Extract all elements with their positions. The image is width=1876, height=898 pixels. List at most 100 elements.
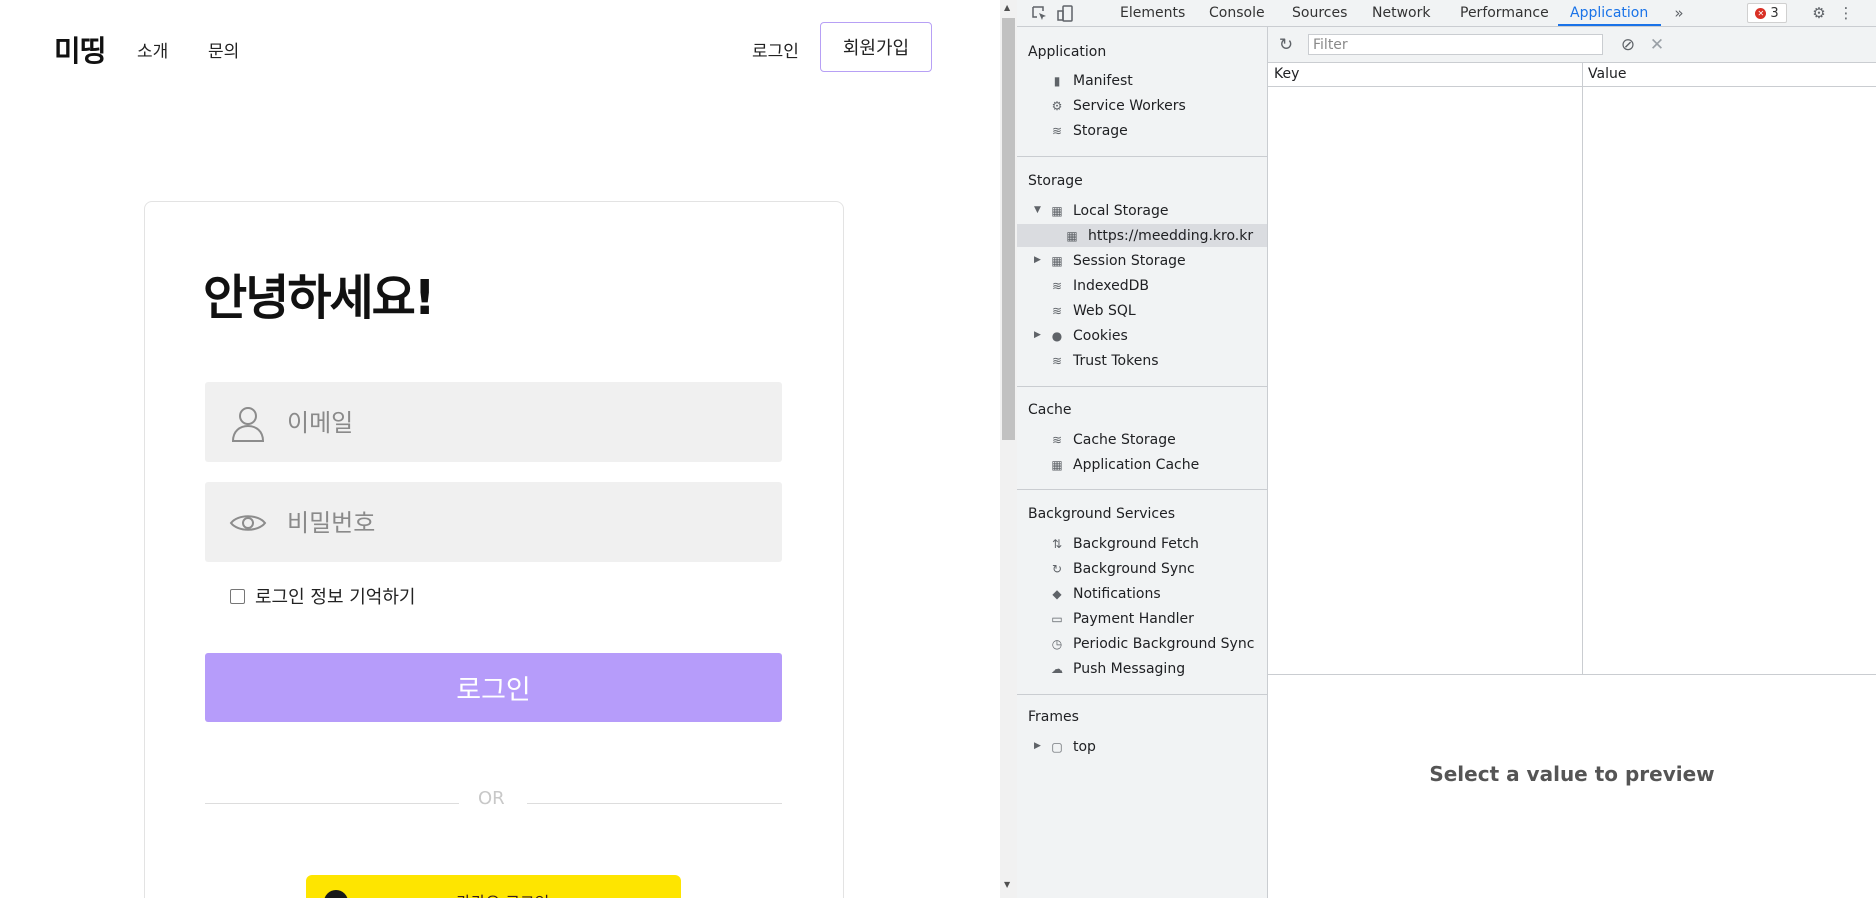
login-button[interactable]: 로그인 [205, 653, 782, 722]
sidebar-item-local-storage[interactable]: ▦ Local Storage [1049, 200, 1169, 221]
sidebar-item-label: Background Fetch [1073, 535, 1199, 552]
error-count-badge[interactable]: ✕ 3 [1747, 3, 1787, 23]
clear-all-icon[interactable]: ⊘ [1618, 35, 1638, 55]
sidebar-item-local-storage-origin[interactable]: ▦ https://meedding.kro.kr [1064, 225, 1253, 246]
storage-viewer: ↻ ⊘ ✕ Key Value Select a value to previe… [1268, 27, 1876, 898]
tab-console[interactable]: Console [1209, 0, 1265, 27]
sidebar-item-label: Application Cache [1073, 456, 1200, 473]
password-input[interactable] [285, 500, 759, 546]
column-divider[interactable] [1582, 63, 1583, 675]
sidebar-item-notifications[interactable]: ◆ Notifications [1049, 583, 1160, 604]
delete-selected-icon[interactable]: ✕ [1647, 35, 1667, 55]
sidebar-item-periodic-background-sync[interactable]: ◷ Periodic Background Sync [1049, 633, 1255, 654]
sidebar-item-label: Payment Handler [1073, 610, 1194, 627]
nav-contact-link[interactable]: 문의 [208, 37, 239, 62]
remember-label: 로그인 정보 기억하기 [255, 587, 416, 608]
sidebar-divider [1017, 156, 1267, 157]
collapsed-triangle-icon[interactable]: ▶ [1034, 330, 1041, 340]
file-icon: ▮ [1053, 73, 1061, 88]
sidebar-item-background-fetch[interactable]: ⇅ Background Fetch [1049, 533, 1199, 554]
grid-preview-divider[interactable] [1268, 674, 1876, 675]
sidebar-item-session-storage[interactable]: ▦ Session Storage [1049, 250, 1186, 271]
sidebar-item-application-cache[interactable]: ▦ Application Cache [1049, 454, 1199, 475]
chevron-double-right-icon[interactable]: » [1669, 3, 1689, 23]
sidebar-item-push-messaging[interactable]: ☁ Push Messaging [1049, 658, 1185, 679]
expanded-triangle-icon[interactable]: ▼ [1034, 205, 1041, 215]
sidebar-item-cache-storage[interactable]: ≋ Cache Storage [1049, 429, 1176, 450]
sidebar-item-service-workers[interactable]: ⚙ Service Workers [1049, 95, 1186, 116]
table-icon: ▦ [1051, 253, 1063, 268]
sidebar-item-frame-top[interactable]: ▢ top [1049, 736, 1096, 757]
tab-elements[interactable]: Elements [1120, 0, 1185, 27]
sidebar-item-label: Storage [1073, 122, 1128, 139]
tab-sources[interactable]: Sources [1292, 0, 1347, 27]
scroll-down-arrow-icon[interactable]: ▼ [1004, 880, 1010, 889]
sidebar-header-cache: Cache [1028, 402, 1072, 418]
site-logo[interactable]: 미띵 [54, 28, 106, 70]
gear-icon: ⚙ [1051, 98, 1063, 113]
sidebar-item-label: top [1073, 738, 1096, 755]
active-tab-indicator [1558, 24, 1661, 26]
scroll-up-arrow-icon[interactable]: ▲ [1004, 3, 1010, 12]
sidebar-item-background-sync[interactable]: ↻ Background Sync [1049, 558, 1195, 579]
table-icon: ▦ [1051, 457, 1063, 472]
up-down-arrows-icon: ⇅ [1051, 536, 1063, 551]
remember-me[interactable]: 로그인 정보 기억하기 [230, 583, 415, 609]
sidebar-item-indexeddb[interactable]: ≋ IndexedDB [1049, 275, 1149, 296]
sidebar-item-trust-tokens[interactable]: ≋ Trust Tokens [1049, 350, 1159, 371]
sidebar-item-web-sql[interactable]: ≋ Web SQL [1049, 300, 1136, 321]
sync-icon: ↻ [1051, 561, 1063, 576]
sidebar-divider [1017, 386, 1267, 387]
sidebar-item-cookies[interactable]: ● Cookies [1049, 325, 1128, 346]
column-header-key[interactable]: Key [1274, 66, 1299, 82]
sidebar-header-application: Application [1028, 44, 1107, 60]
database-icon: ≋ [1051, 353, 1063, 368]
eye-icon[interactable] [227, 504, 269, 542]
tab-network[interactable]: Network [1372, 0, 1430, 27]
inspect-element-icon[interactable] [1029, 3, 1049, 23]
kakao-icon [324, 890, 348, 898]
preview-placeholder: Select a value to preview [1429, 762, 1715, 786]
more-options-icon[interactable]: ⋮ [1836, 3, 1856, 23]
or-divider-left [205, 803, 459, 804]
database-icon: ≋ [1051, 303, 1063, 318]
error-icon: ✕ [1755, 7, 1767, 19]
sidebar-item-label: Manifest [1073, 72, 1133, 89]
remember-checkbox[interactable] [230, 588, 245, 604]
sidebar-header-frames: Frames [1028, 709, 1079, 725]
device-toggle-icon[interactable] [1055, 3, 1075, 23]
email-input[interactable] [285, 400, 759, 446]
sidebar-item-label: Service Workers [1073, 97, 1186, 114]
sidebar-header-background-services: Background Services [1028, 506, 1176, 522]
sidebar-item-label: Trust Tokens [1073, 352, 1159, 369]
application-sidebar: Application ▮ Manifest ⚙ Service Workers ≋… [1017, 27, 1268, 898]
column-header-value[interactable]: Value [1588, 66, 1626, 82]
error-count: 3 [1770, 5, 1779, 21]
tab-performance[interactable]: Performance [1460, 0, 1549, 27]
sidebar-item-label: Push Messaging [1073, 660, 1186, 677]
sidebar-item-payment-handler[interactable]: ▭ Payment Handler [1049, 608, 1194, 629]
sidebar-item-label: Background Sync [1073, 560, 1195, 577]
database-icon: ≋ [1051, 278, 1063, 293]
header-login-link[interactable]: 로그인 [752, 37, 799, 62]
refresh-icon[interactable]: ↻ [1276, 35, 1296, 55]
filter-input[interactable] [1308, 34, 1603, 55]
gear-icon[interactable]: ⚙ [1809, 3, 1829, 23]
sidebar-item-label: Session Storage [1073, 252, 1186, 269]
kakao-login-button[interactable]: 카카오 로그인 [306, 875, 681, 898]
collapsed-triangle-icon[interactable]: ▶ [1034, 255, 1041, 265]
sidebar-item-storage[interactable]: ≋ Storage [1049, 120, 1128, 141]
tab-application[interactable]: Application [1570, 0, 1648, 27]
scrollbar-thumb[interactable] [1002, 18, 1015, 440]
sidebar-item-manifest[interactable]: ▮ Manifest [1049, 70, 1133, 91]
collapsed-triangle-icon[interactable]: ▶ [1034, 741, 1041, 751]
database-icon: ≋ [1051, 432, 1063, 447]
sidebar-item-label: Local Storage [1073, 202, 1169, 219]
sidebar-item-label: Cookies [1073, 327, 1128, 344]
sidebar-item-label: IndexedDB [1073, 277, 1149, 294]
signup-button[interactable]: 회원가입 [820, 22, 932, 72]
nav-about-link[interactable]: 소개 [137, 37, 168, 62]
or-text: OR [478, 788, 505, 809]
page-scrollbar[interactable]: ▲ ▼ [1000, 0, 1017, 898]
sidebar-item-label: Cache Storage [1073, 431, 1176, 448]
